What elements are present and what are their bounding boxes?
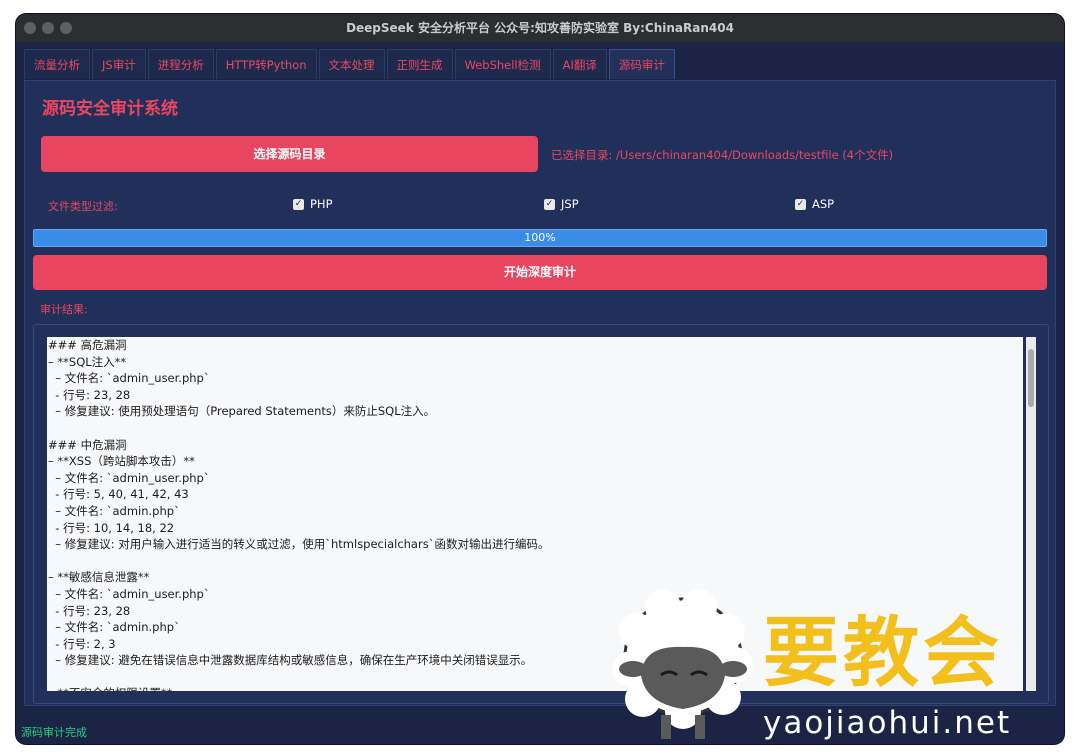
file-type-filter-label: 文件类型过滤:	[48, 200, 118, 213]
php-checkbox[interactable]: ✓ PHP	[293, 197, 333, 211]
result-line: – **SQL注入**	[48, 354, 127, 369]
scrollbar-thumb[interactable]	[1028, 349, 1034, 407]
progress-text: 100%	[524, 231, 556, 244]
result-line	[47, 420, 1023, 437]
result-line	[47, 553, 1023, 570]
watermark-url: yaojiaohui.net	[763, 705, 1012, 741]
result-line: - 行号: 23, 28	[48, 387, 131, 402]
tab-text-processing[interactable]: 文本处理	[318, 49, 385, 79]
result-line: ### 中危漏洞	[48, 437, 127, 452]
selected-directory-text: 已选择目录: /Users/chinaran404/Downloads/test…	[551, 148, 894, 162]
select-directory-button[interactable]: 选择源码目录	[41, 136, 538, 172]
tab-http-to-python[interactable]: HTTP转Python	[215, 49, 317, 79]
tab-ai-translate[interactable]: AI翻译	[552, 49, 607, 79]
checkmark-icon: ✓	[795, 198, 806, 210]
asp-checkbox[interactable]: ✓ ASP	[795, 197, 834, 211]
watermark: 要教会 yaojiaohui.net	[603, 585, 1073, 750]
tab-process-analysis[interactable]: 进程分析	[147, 49, 214, 79]
tab-source-audit[interactable]: 源码审计	[608, 49, 675, 79]
status-text: 源码审计完成	[21, 726, 87, 739]
asp-checkbox-label: ASP	[812, 197, 835, 211]
checkmark-icon: ✓	[544, 198, 555, 210]
watermark-brand: 要教会	[763, 608, 1003, 697]
title-bar: DeepSeek 安全分析平台 公众号:知攻善防实验室 By:ChinaRan4…	[16, 14, 1064, 42]
tab-regex-generator[interactable]: 正则生成	[386, 49, 453, 79]
result-line: – 修复建议: 使用预处理语句（Prepared Statements）来防止S…	[48, 404, 436, 419]
window-title: DeepSeek 安全分析平台 公众号:知攻善防实验室 By:ChinaRan4…	[346, 21, 734, 35]
tab-bar: 流量分析 JS审计 进程分析 HTTP转Python 文本处理 正则生成 Web…	[24, 49, 677, 79]
results-label: 审计结果:	[40, 303, 88, 316]
result-line: – 文件名: `admin.php`	[48, 503, 180, 518]
result-line: ### 高危漏洞	[48, 338, 127, 352]
tab-webshell-detection[interactable]: WebShell检测	[454, 49, 551, 79]
result-line: – 文件名: `admin_user.php`	[48, 470, 210, 485]
result-line: – **XSS（跨站脚本攻击）**	[48, 454, 195, 469]
zoom-window-button[interactable]	[60, 22, 72, 34]
audit-progress-bar: 100%	[33, 229, 1047, 247]
minimize-window-button[interactable]	[42, 22, 54, 34]
sheep-logo-icon	[613, 589, 753, 739]
jsp-checkbox-label: JSP	[561, 197, 579, 211]
page-title: 源码安全审计系统	[42, 99, 178, 119]
start-audit-button[interactable]: 开始深度审计	[33, 255, 1047, 290]
result-line: - 行号: 5, 40, 41, 42, 43	[48, 487, 189, 502]
result-line: – **敏感信息泄露**	[48, 570, 150, 585]
result-line: – 修复建议: 对用户输入进行适当的转义或过滤，使用`htmlspecialch…	[48, 537, 550, 552]
tab-traffic-analysis[interactable]: 流量分析	[24, 49, 90, 79]
result-line: - 行号: 10, 14, 18, 22	[48, 520, 175, 535]
result-line: – 文件名: `admin_user.php`	[48, 371, 210, 386]
php-checkbox-label: PHP	[310, 197, 333, 211]
checkmark-icon: ✓	[293, 198, 304, 210]
tab-js-audit[interactable]: JS审计	[92, 49, 146, 79]
jsp-checkbox[interactable]: ✓ JSP	[544, 197, 579, 211]
close-window-button[interactable]	[24, 22, 36, 34]
